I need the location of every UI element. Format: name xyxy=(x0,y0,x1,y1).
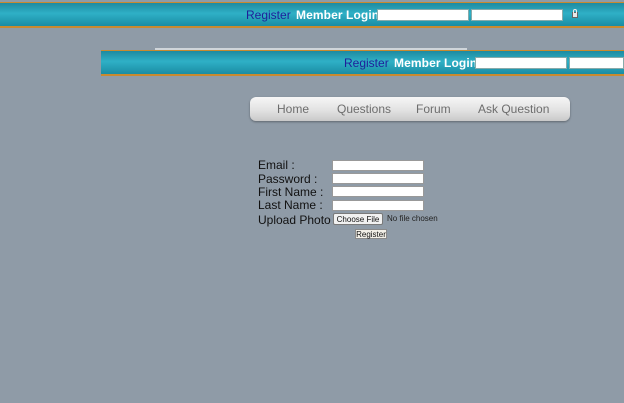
login-password-input-secondary[interactable] xyxy=(569,57,624,69)
login-password-input[interactable] xyxy=(471,9,563,21)
register-link-secondary[interactable]: Register xyxy=(344,56,389,70)
password-field[interactable] xyxy=(332,173,424,184)
email-field[interactable] xyxy=(332,160,424,171)
choose-file-button[interactable]: Choose File xyxy=(333,213,383,225)
no-file-chosen-text: No file chosen xyxy=(387,214,438,223)
last-name-label: Last Name : xyxy=(258,198,323,212)
upload-photo-label: Upload Photo : xyxy=(258,213,338,227)
member-login-label-secondary: Member Login: xyxy=(394,56,482,70)
nav-item-ask-question[interactable]: Ask Question xyxy=(478,102,549,116)
register-link[interactable]: Register xyxy=(246,8,291,22)
member-login-label: Member Login: xyxy=(296,8,384,22)
email-label: Email : xyxy=(258,158,295,172)
login-username-input[interactable] xyxy=(377,9,469,21)
lock-icon[interactable] xyxy=(572,9,578,18)
nav-item-forum[interactable]: Forum xyxy=(416,102,451,116)
last-name-field[interactable] xyxy=(332,200,424,211)
password-label: Password : xyxy=(258,172,318,186)
first-name-field[interactable] xyxy=(332,186,424,197)
register-submit-button[interactable]: Register xyxy=(355,229,387,239)
nav-item-home[interactable]: Home xyxy=(277,102,309,116)
login-username-input-secondary[interactable] xyxy=(475,57,567,69)
main-nav: Home Questions Forum Ask Question xyxy=(250,97,570,121)
nav-item-questions[interactable]: Questions xyxy=(337,102,391,116)
first-name-label: First Name : xyxy=(258,185,324,199)
